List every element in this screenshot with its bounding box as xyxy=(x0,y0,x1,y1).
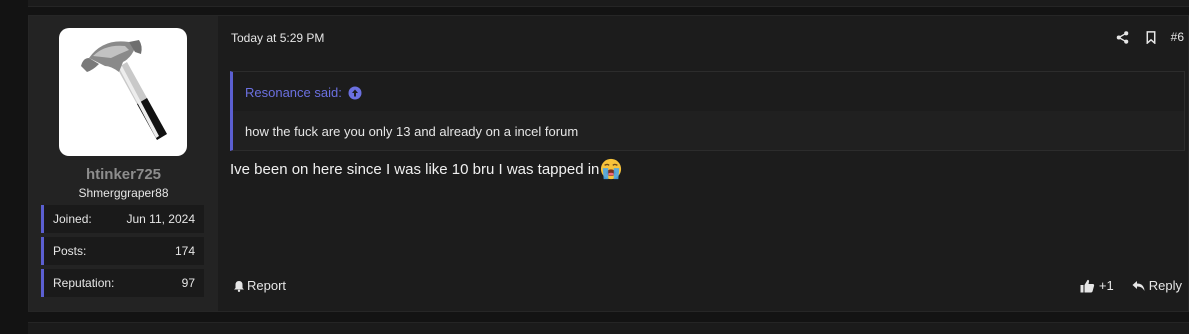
like-button[interactable]: +1 xyxy=(1080,278,1114,293)
reply-button[interactable]: Reply xyxy=(1132,278,1182,293)
like-count: +1 xyxy=(1098,278,1114,293)
reply-label: Reply xyxy=(1148,278,1182,293)
quote-header: Resonance said: xyxy=(233,72,1184,111)
post-message: Ive been on here since I was like 10 bru… xyxy=(230,158,622,180)
quote-block: Resonance said: how the fuck are you onl… xyxy=(230,71,1185,151)
message-text: Ive been on here since I was like 10 bru… xyxy=(230,160,600,178)
share-icon[interactable] xyxy=(1115,29,1131,45)
stat-value: 97 xyxy=(181,276,195,290)
quote-author-link[interactable]: Resonance said: xyxy=(245,85,362,100)
previous-post-edge xyxy=(28,0,1189,7)
thumbs-up-icon xyxy=(1080,279,1095,292)
stat-posts: Posts: 174 xyxy=(41,237,204,265)
quote-text: how the fuck are you only 13 and already… xyxy=(245,124,579,139)
post-timestamp[interactable]: Today at 5:29 PM xyxy=(231,31,324,45)
report-button[interactable]: Report xyxy=(233,278,286,293)
stat-value: Jun 11, 2024 xyxy=(126,212,195,226)
username[interactable]: htinker725 xyxy=(29,166,218,183)
stat-value: 174 xyxy=(174,244,195,258)
avatar[interactable] xyxy=(59,28,187,156)
stat-joined: Joined: Jun 11, 2024 xyxy=(41,205,204,233)
bookmark-icon[interactable] xyxy=(1143,29,1159,45)
quote-author: Resonance said: xyxy=(245,85,342,100)
arrow-up-circle-icon[interactable] xyxy=(348,86,362,100)
stat-reputation: Reputation: 97 xyxy=(41,269,204,297)
post-container: htinker725 Shmerggraper88 Joined: Jun 11… xyxy=(28,15,1189,312)
stat-label: Posts: xyxy=(53,244,87,258)
stat-label: Joined: xyxy=(53,212,92,226)
hammer-icon xyxy=(81,40,167,140)
user-info-panel: htinker725 Shmerggraper88 Joined: Jun 11… xyxy=(29,16,218,311)
quote-body: how the fuck are you only 13 and already… xyxy=(233,111,1184,150)
loudly-crying-face-emoji xyxy=(601,158,622,180)
post-number[interactable]: #6 xyxy=(1171,30,1184,44)
post-actions-bottom: +1 Reply xyxy=(1080,278,1182,293)
reply-icon xyxy=(1132,280,1145,291)
report-label: Report xyxy=(247,278,287,293)
stat-label: Reputation: xyxy=(53,276,115,290)
post-actions-top: #6 xyxy=(1115,28,1184,46)
bell-icon xyxy=(234,280,244,292)
user-title: Shmerggraper88 xyxy=(78,186,169,200)
next-post-edge xyxy=(28,322,1189,334)
